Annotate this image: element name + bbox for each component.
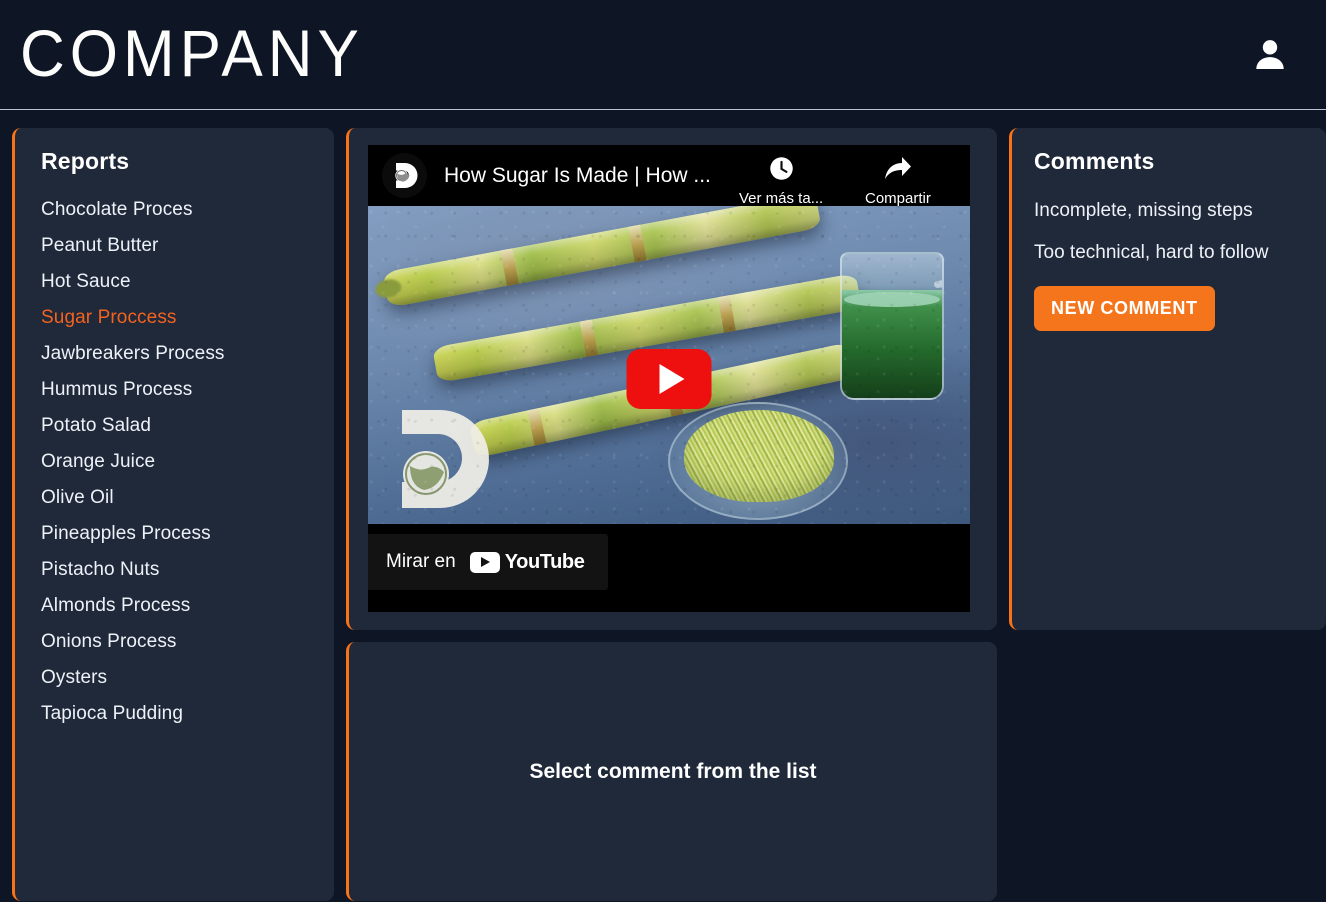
comments-panel: Comments Incomplete, missing steps Too t… <box>1009 128 1326 630</box>
sidebar-item-sugar-proccess[interactable]: Sugar Proccess <box>41 300 316 336</box>
watch-later-label: Ver más ta... <box>739 190 824 207</box>
sugar-cane-stalk <box>374 206 822 308</box>
shredded-cane-dish <box>668 402 848 520</box>
share-arrow-icon <box>883 153 913 183</box>
share-button[interactable]: Compartir <box>865 153 931 207</box>
comment-item[interactable]: Incomplete, missing steps <box>1034 192 1308 234</box>
sidebar-item-chocolate-proces[interactable]: Chocolate Proces <box>41 192 316 228</box>
video-title[interactable]: How Sugar Is Made | How ... <box>444 164 711 188</box>
brand-logo: COMPANY <box>20 17 364 91</box>
watch-on-label: Mirar en <box>386 551 456 572</box>
sidebar-item-pineapples-process[interactable]: Pineapples Process <box>41 516 316 552</box>
youtube-wordmark: YouTube <box>504 550 585 573</box>
sidebar-item-potato-salad[interactable]: Potato Salad <box>41 408 316 444</box>
comment-detail-panel: Select comment from the list <box>346 642 997 901</box>
sidebar-item-oysters[interactable]: Oysters <box>41 660 316 696</box>
app-header: COMPANY <box>0 0 1326 110</box>
sidebar-item-hummus-process[interactable]: Hummus Process <box>41 372 316 408</box>
youtube-player[interactable]: How Sugar Is Made | How ... Ver más ta..… <box>368 145 970 612</box>
watch-later-button[interactable]: Ver más ta... <box>739 153 823 207</box>
new-comment-button[interactable]: NEW COMMENT <box>1034 286 1215 331</box>
reports-sidebar: Reports Chocolate Proces Peanut Butter H… <box>12 128 334 901</box>
sidebar-item-orange-juice[interactable]: Orange Juice <box>41 444 316 480</box>
player-bottom-bar: Mirar en YouTube <box>368 524 970 612</box>
play-icon <box>659 363 685 394</box>
clock-icon <box>768 153 795 183</box>
detail-placeholder: Select comment from the list <box>529 759 817 783</box>
user-icon <box>1250 35 1290 75</box>
reports-list: Chocolate Proces Peanut Butter Hot Sauce… <box>41 192 316 732</box>
comment-item[interactable]: Too technical, hard to follow <box>1034 234 1308 276</box>
sidebar-item-almonds-process[interactable]: Almonds Process <box>41 588 316 624</box>
discovery-watermark-icon <box>396 404 492 514</box>
discovery-logo-icon[interactable] <box>382 153 427 198</box>
sidebar-item-tapioca-pudding[interactable]: Tapioca Pudding <box>41 696 316 732</box>
sidebar-item-hot-sauce[interactable]: Hot Sauce <box>41 264 316 300</box>
youtube-icon: YouTube <box>469 550 585 574</box>
play-button[interactable] <box>626 348 712 409</box>
workspace: Reports Chocolate Proces Peanut Butter H… <box>0 110 1326 902</box>
sidebar-title: Reports <box>41 148 130 174</box>
sidebar-item-peanut-butter[interactable]: Peanut Butter <box>41 228 316 264</box>
juice-glass <box>840 252 944 400</box>
user-account-button[interactable] <box>1248 33 1292 77</box>
share-label: Compartir <box>865 190 931 207</box>
comments-title: Comments <box>1034 148 1155 174</box>
center-column: How Sugar Is Made | How ... Ver más ta..… <box>346 128 997 901</box>
video-panel: How Sugar Is Made | How ... Ver más ta..… <box>346 128 997 630</box>
watch-on-youtube-button[interactable]: Mirar en YouTube <box>368 534 609 590</box>
sidebar-item-onions-process[interactable]: Onions Process <box>41 624 316 660</box>
sidebar-item-jawbreakers-process[interactable]: Jawbreakers Process <box>41 336 316 372</box>
sidebar-item-olive-oil[interactable]: Olive Oil <box>41 480 316 516</box>
sidebar-item-pistacho-nuts[interactable]: Pistacho Nuts <box>41 552 316 588</box>
